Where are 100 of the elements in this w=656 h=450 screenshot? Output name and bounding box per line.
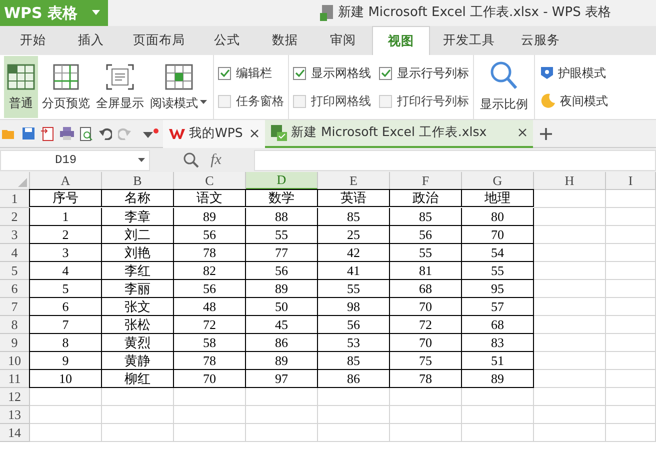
- column-header[interactable]: E: [318, 172, 390, 190]
- function-button[interactable]: fx: [210, 148, 222, 172]
- pdf-icon[interactable]: [41, 126, 54, 140]
- ribbon-tab[interactable]: 页面布局: [120, 26, 198, 55]
- empty-cell: [534, 424, 606, 442]
- table-cell: 70: [462, 226, 534, 244]
- row-header[interactable]: 6: [0, 280, 30, 298]
- zoom-button[interactable]: 显示比例: [480, 61, 528, 113]
- empty-cell: [606, 388, 656, 406]
- empty-cell: [102, 406, 174, 424]
- empty-cell: [606, 190, 656, 208]
- column-header[interactable]: H: [534, 172, 606, 190]
- check-icon: [294, 68, 304, 78]
- view-mode-button[interactable]: 分页预览: [40, 56, 92, 118]
- row-header[interactable]: 12: [0, 388, 30, 406]
- table-cell: 名称: [102, 189, 174, 207]
- table-cell: 刘二: [102, 226, 174, 244]
- table-cell: 57: [462, 298, 534, 316]
- column-header[interactable]: G: [462, 172, 534, 190]
- column-header[interactable]: B: [102, 172, 174, 190]
- empty-cell: [318, 388, 390, 406]
- row-header[interactable]: 11: [0, 370, 30, 388]
- checkbox-label: 显示行号列标: [397, 65, 469, 82]
- table-cell: 85: [318, 208, 390, 226]
- close-icon[interactable]: [518, 128, 527, 137]
- row-header[interactable]: 3: [0, 226, 30, 244]
- row-header[interactable]: 5: [0, 262, 30, 280]
- empty-cell: [534, 388, 606, 406]
- ribbon-tab[interactable]: 云服务: [508, 26, 573, 55]
- checkbox[interactable]: [379, 66, 392, 80]
- view-mode-button[interactable]: 全屏显示: [94, 56, 146, 118]
- empty-cell: [606, 370, 656, 388]
- table-cell: 56: [174, 280, 246, 298]
- checkbox[interactable]: [379, 94, 392, 108]
- table-cell: 4: [29, 262, 102, 280]
- name-box[interactable]: D19: [0, 150, 150, 170]
- column-header[interactable]: I: [606, 172, 656, 190]
- table-cell: 10: [29, 370, 102, 388]
- view-mode-button[interactable]: 阅读模式: [148, 56, 209, 118]
- ribbon-tab[interactable]: 数据: [256, 26, 314, 55]
- ribbon-tab[interactable]: 开发工具: [430, 26, 508, 55]
- close-icon[interactable]: [250, 129, 259, 138]
- table-cell: 56: [318, 316, 390, 334]
- ribbon-tab[interactable]: 开始: [4, 26, 62, 55]
- save-icon[interactable]: [22, 127, 35, 140]
- table-cell: 5: [29, 280, 102, 298]
- checkbox-label: 任务窗格: [236, 93, 284, 110]
- empty-cell: [606, 280, 656, 298]
- row-header[interactable]: 1: [0, 190, 30, 208]
- empty-cell: [606, 262, 656, 280]
- column-header[interactable]: F: [390, 172, 462, 190]
- fullscreen-icon: [105, 62, 135, 90]
- mode-button[interactable]: 护眼模式: [540, 64, 608, 82]
- ribbon-tab[interactable]: 公式: [198, 26, 256, 55]
- table-cell: 72: [390, 316, 462, 334]
- table-cell: 95: [462, 280, 534, 298]
- caret-icon: [138, 158, 145, 162]
- moon-icon: [540, 93, 556, 109]
- table-cell: 85: [318, 352, 390, 370]
- ribbon-tab[interactable]: 插入: [62, 26, 120, 55]
- search-icon[interactable]: [182, 152, 199, 168]
- add-tab-icon[interactable]: [539, 126, 553, 140]
- document-tab[interactable]: 我的WPS: [163, 120, 265, 148]
- checkbox-label: 打印网格线: [311, 93, 371, 110]
- row-header[interactable]: 8: [0, 316, 30, 334]
- row-header[interactable]: 13: [0, 406, 30, 424]
- ribbon-tab[interactable]: 审阅: [314, 26, 372, 55]
- formula-input[interactable]: [254, 150, 656, 170]
- empty-cell: [606, 424, 656, 442]
- view-mode-button[interactable]: 普通: [4, 56, 38, 118]
- table-cell: 数学: [246, 189, 318, 207]
- row-header[interactable]: 9: [0, 334, 30, 352]
- row-header[interactable]: 14: [0, 424, 30, 442]
- print-preview-icon[interactable]: [80, 126, 93, 140]
- table-cell: 李红: [102, 262, 174, 280]
- empty-cell: [606, 406, 656, 424]
- print-icon[interactable]: [60, 127, 74, 140]
- table-cell: 58: [174, 334, 246, 352]
- checkbox[interactable]: [293, 66, 306, 80]
- document-tab[interactable]: 新建 Microsoft Excel 工作表.xlsx: [265, 120, 533, 148]
- table-cell: 89: [174, 208, 246, 226]
- empty-cell: [390, 424, 462, 442]
- empty-cell: [246, 388, 318, 406]
- column-header[interactable]: C: [174, 172, 246, 190]
- column-header[interactable]: D: [246, 172, 318, 190]
- row-header[interactable]: 4: [0, 244, 30, 262]
- ribbon-tab[interactable]: 视图: [372, 26, 430, 55]
- table-cell: 68: [390, 280, 462, 298]
- customize-caret-icon[interactable]: [143, 128, 159, 140]
- row-header[interactable]: 2: [0, 208, 30, 226]
- checkbox[interactable]: [293, 94, 306, 108]
- table-cell: 78: [174, 244, 246, 262]
- row-header[interactable]: 7: [0, 298, 30, 316]
- checkbox[interactable]: [218, 66, 231, 80]
- checkbox[interactable]: [218, 94, 231, 108]
- undo-icon[interactable]: [99, 128, 112, 140]
- mode-button[interactable]: 夜间模式: [540, 92, 608, 110]
- table-cell: 48: [174, 298, 246, 316]
- row-header[interactable]: 10: [0, 352, 30, 370]
- column-header[interactable]: A: [30, 172, 102, 190]
